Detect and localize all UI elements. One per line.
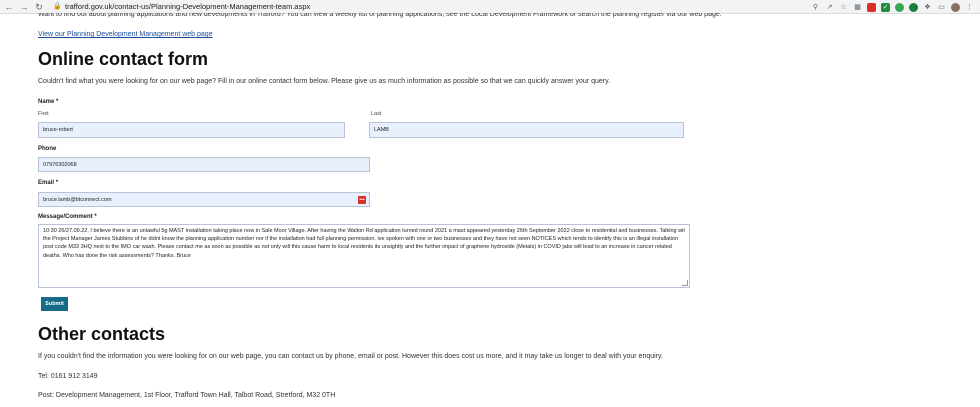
email-value: bruce.lamb@btconnect.com <box>43 196 112 203</box>
green-extension-icon[interactable] <box>895 2 904 12</box>
telephone-text: Tel: 0161 912 3149 <box>38 373 98 380</box>
search-icon[interactable]: ⚲ <box>811 3 820 12</box>
phone-input[interactable]: 07976302068 <box>38 157 370 172</box>
browser-toolbar: ← → ↻ 🔒 trafford.gov.uk/contact-us/Plann… <box>0 0 980 14</box>
reload-icon[interactable]: ↻ <box>33 1 45 13</box>
first-name-input[interactable]: bruce-robert <box>38 122 345 138</box>
message-text: 10:30 26/27.09.22. I believe there is an… <box>43 228 685 259</box>
other-contacts-intro: If you couldn't find the information you… <box>38 353 663 360</box>
bookmark-star-icon[interactable]: ☆ <box>839 3 848 12</box>
share-icon[interactable]: ↗ <box>825 3 834 12</box>
name-label: Name * <box>38 99 59 105</box>
phone-label: Phone <box>38 146 57 152</box>
check-extension-icon[interactable]: ✓ <box>881 2 890 12</box>
address-bar-url[interactable]: trafford.gov.uk/contact-us/Planning-Deve… <box>65 2 310 11</box>
postal-address-text: Post: Development Management, 1st Floor,… <box>38 392 336 399</box>
planning-management-link[interactable]: View our Planning Development Management… <box>38 31 213 38</box>
submit-button[interactable]: Submit <box>41 297 68 311</box>
resize-handle-icon[interactable] <box>682 280 688 286</box>
last-name-label: Last <box>371 111 382 117</box>
extension-grid-icon[interactable]: ▦ <box>853 3 862 12</box>
first-name-label: First <box>38 111 49 117</box>
menu-dots-icon[interactable]: ⋮ <box>965 3 974 12</box>
message-textarea[interactable]: 10:30 26/27.09.22. I believe there is an… <box>38 224 690 288</box>
extensions-area: ⚲ ↗ ☆ ▦ ✓ ❖ ▭ ⋮ <box>811 1 974 13</box>
puzzle-icon[interactable]: ❖ <box>923 3 932 12</box>
contact-form-intro: Couldn't find what you were looking for … <box>38 78 611 85</box>
lock-icon[interactable]: 🔒 <box>53 1 63 13</box>
other-contacts-heading: Other contacts <box>38 324 166 344</box>
contact-form-heading: Online contact form <box>38 49 209 69</box>
message-label: Message/Comment * <box>38 214 97 220</box>
green-extension-icon-2[interactable] <box>909 2 918 12</box>
email-input[interactable]: bruce.lamb@btconnect.com ••• <box>38 192 370 207</box>
back-arrow-icon[interactable]: ← <box>3 1 15 13</box>
red-extension-icon[interactable] <box>867 2 876 12</box>
intro-paragraph-cut: Want to find out about planning applicat… <box>38 13 722 18</box>
autofill-key-icon[interactable]: ••• <box>358 196 366 204</box>
profile-avatar-icon[interactable] <box>951 2 960 12</box>
last-name-input[interactable]: LAMB <box>369 122 684 138</box>
email-label: Email * <box>38 180 59 186</box>
forward-arrow-icon[interactable]: → <box>18 1 30 13</box>
sidebar-icon[interactable]: ▭ <box>937 3 946 12</box>
